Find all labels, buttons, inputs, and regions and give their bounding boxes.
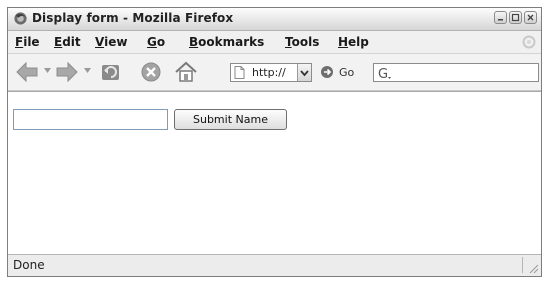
status-text: Done — [13, 258, 45, 272]
maximize-icon — [511, 13, 520, 22]
menu-tools-accesskey: T — [285, 35, 292, 49]
page-icon — [234, 66, 245, 79]
menu-view-accesskey: V — [95, 35, 105, 49]
reload-icon[interactable] — [98, 59, 124, 85]
navigation-toolbar: http:// Go G — [8, 54, 541, 91]
minimize-button[interactable] — [494, 11, 507, 24]
menu-edit-label: dit — [62, 35, 81, 49]
menu-view-label: iew — [104, 35, 128, 49]
menu-tools-label: ools — [291, 35, 320, 49]
menu-bookmarks-label: ookmarks — [198, 35, 265, 49]
back-arrow-icon[interactable] — [14, 59, 40, 85]
menu-tools[interactable]: Tools — [285, 35, 319, 49]
menu-bookmarks[interactable]: Bookmarks — [189, 35, 264, 49]
menu-file[interactable]: File — [15, 35, 40, 49]
minimize-icon — [498, 19, 503, 21]
back-history-dropdown-icon[interactable] — [44, 68, 51, 73]
menu-edit[interactable]: Edit — [54, 35, 81, 49]
home-icon[interactable] — [173, 59, 199, 85]
menu-bookmarks-accesskey: B — [189, 35, 199, 49]
address-text: http:// — [252, 66, 286, 79]
menu-go[interactable]: Go — [147, 35, 165, 49]
stop-icon[interactable] — [138, 59, 164, 85]
page-content: Submit Name — [8, 91, 541, 257]
menu-help-accesskey: H — [338, 35, 349, 49]
menu-go-label: o — [156, 35, 166, 49]
window-title: Display form - Mozilla Firefox — [32, 11, 234, 25]
resize-grip-icon[interactable] — [527, 262, 539, 274]
browser-window: Display form - Mozilla Firefox File Edit… — [7, 7, 542, 277]
menu-go-accesskey: G — [147, 35, 157, 49]
forward-history-dropdown-icon[interactable] — [84, 68, 91, 73]
menu-file-label: ile — [23, 35, 40, 49]
menu-bar: File Edit View Go Bookmarks Tools Help — [8, 31, 541, 54]
go-button-label[interactable]: Go — [339, 66, 354, 79]
search-bar[interactable]: G — [373, 63, 539, 82]
title-bar: Display form - Mozilla Firefox — [8, 8, 541, 31]
go-arrow-icon[interactable] — [320, 65, 334, 79]
close-icon — [527, 14, 534, 21]
window-controls — [494, 11, 537, 24]
forward-arrow-icon[interactable] — [54, 59, 80, 85]
menu-file-accesskey: F — [15, 35, 24, 49]
close-button[interactable] — [524, 11, 537, 24]
firefox-icon — [14, 12, 27, 25]
chevron-down-icon — [300, 70, 309, 77]
menu-help[interactable]: Help — [338, 35, 369, 49]
google-icon[interactable]: G — [377, 65, 393, 81]
maximize-button[interactable] — [509, 11, 522, 24]
menu-edit-accesskey: E — [54, 35, 63, 49]
throbber-icon — [522, 35, 536, 49]
address-bar[interactable]: http:// — [230, 63, 312, 82]
status-bar: Done — [8, 254, 541, 276]
submit-name-button[interactable]: Submit Name — [174, 109, 287, 130]
svg-text:G: G — [378, 67, 388, 81]
name-input[interactable] — [13, 109, 168, 130]
status-divider — [522, 257, 523, 273]
address-dropdown-button[interactable] — [297, 64, 311, 81]
menu-help-label: elp — [348, 35, 369, 49]
menu-view[interactable]: View — [95, 35, 127, 49]
